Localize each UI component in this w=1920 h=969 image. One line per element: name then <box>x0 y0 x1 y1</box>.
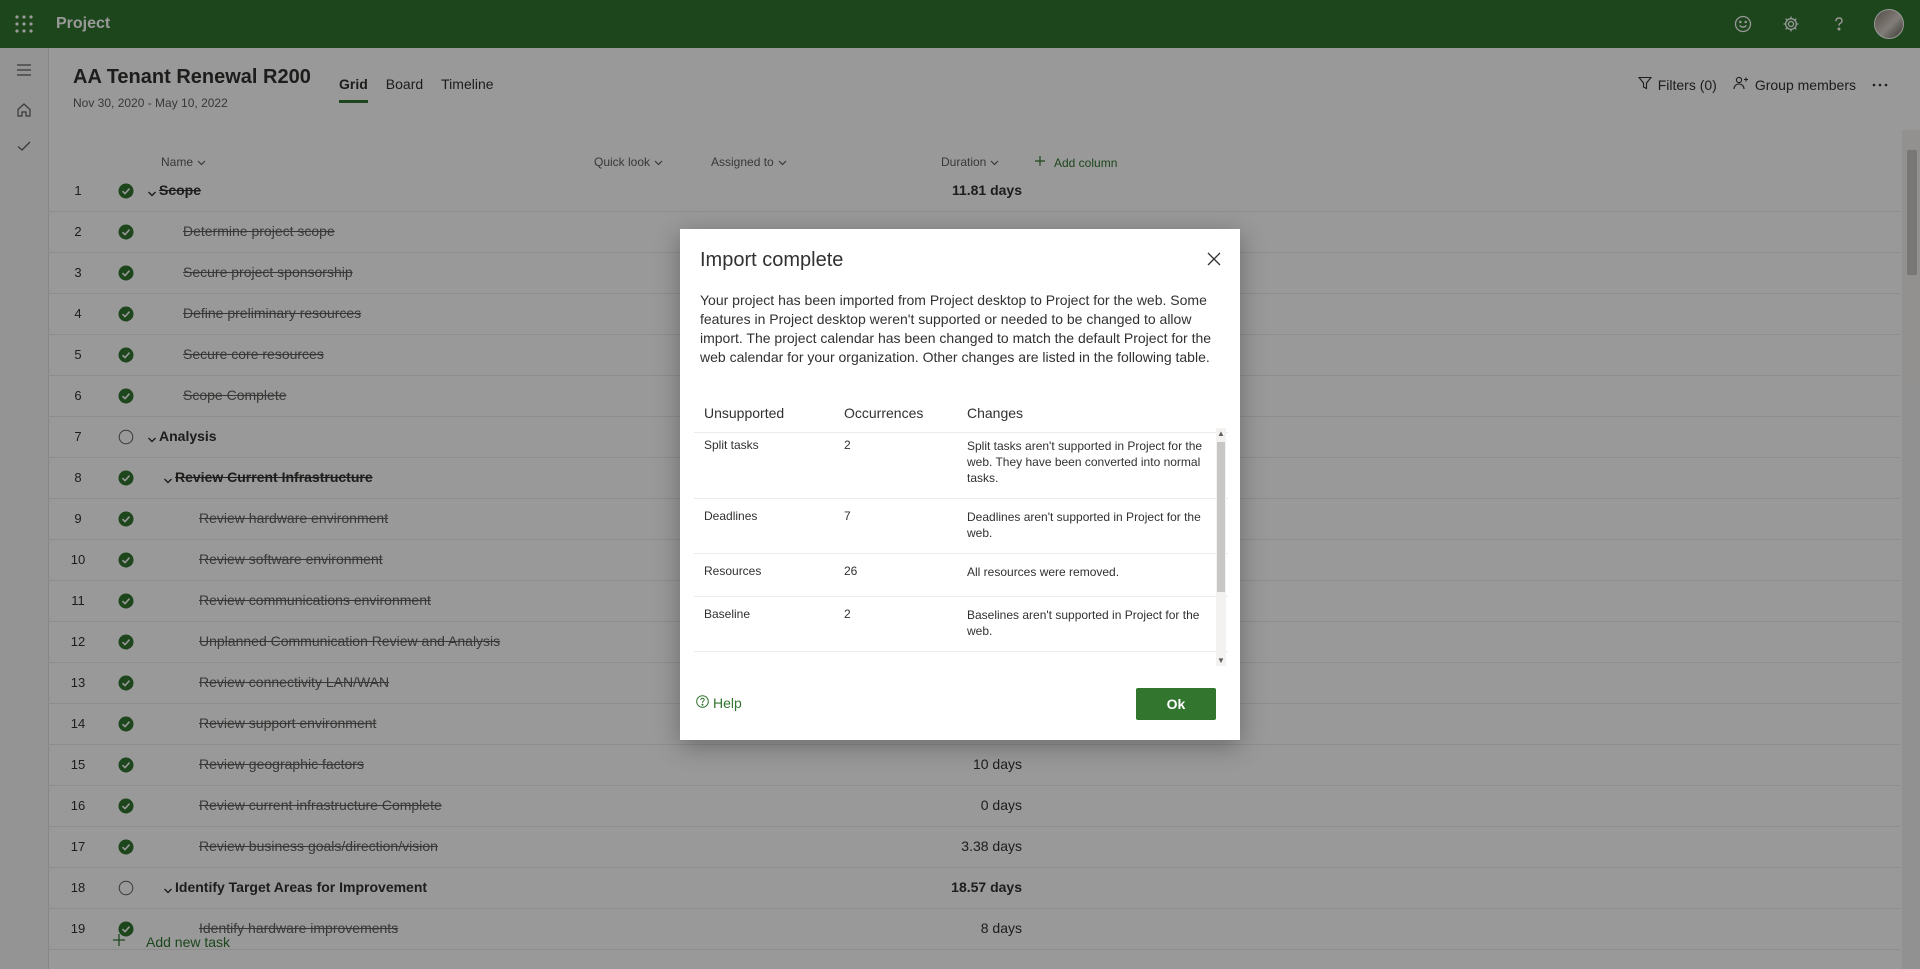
table-scrollbar[interactable]: ▲ ▼ <box>1216 428 1226 666</box>
cell-unsupported: Baseline <box>704 607 751 621</box>
ok-button[interactable]: Ok <box>1136 688 1216 720</box>
dialog-title: Import complete <box>700 249 844 271</box>
table-scrollbar-thumb[interactable] <box>1217 442 1225 592</box>
cell-changes: Split tasks aren't supported in Project … <box>967 439 1203 485</box>
cell-unsupported: Deadlines <box>704 509 758 523</box>
dialog-description: Your project has been imported from Proj… <box>700 292 1212 365</box>
table-row: Baseline 2 Baselines aren't supported in… <box>694 597 1228 652</box>
cell-occurrences: 26 <box>844 564 858 578</box>
cell-occurrences: 7 <box>844 509 851 523</box>
table-row: Deadlines 7 Deadlines aren't supported i… <box>694 499 1228 554</box>
cell-occurrences: 2 <box>844 607 851 621</box>
help-link[interactable]: Help <box>696 695 742 711</box>
table-row: Resources 26 All resources were removed. <box>694 554 1228 597</box>
cell-unsupported: Split tasks <box>704 438 759 452</box>
close-icon[interactable] <box>1202 247 1226 271</box>
cell-unsupported: Resources <box>704 564 762 578</box>
cell-changes: All resources were removed. <box>967 565 1120 579</box>
header-occurrences: Occurrences <box>844 405 924 421</box>
import-complete-dialog: Import complete Your project has been im… <box>680 229 1240 740</box>
scroll-down-arrow-icon[interactable]: ▼ <box>1217 656 1225 665</box>
header-unsupported: Unsupported <box>704 405 785 421</box>
help-circle-icon <box>696 695 709 711</box>
changes-table-body[interactable]: Split tasks 2 Split tasks aren't support… <box>694 428 1228 666</box>
cell-changes: Deadlines aren't supported in Project fo… <box>967 510 1201 540</box>
table-row: Split tasks 2 Split tasks aren't support… <box>694 428 1228 499</box>
help-label: Help <box>713 695 742 711</box>
scroll-up-arrow-icon[interactable]: ▲ <box>1217 429 1225 438</box>
cell-occurrences: 2 <box>844 438 851 452</box>
cell-changes: Baselines aren't supported in Project fo… <box>967 608 1200 638</box>
header-changes: Changes <box>967 405 1024 421</box>
